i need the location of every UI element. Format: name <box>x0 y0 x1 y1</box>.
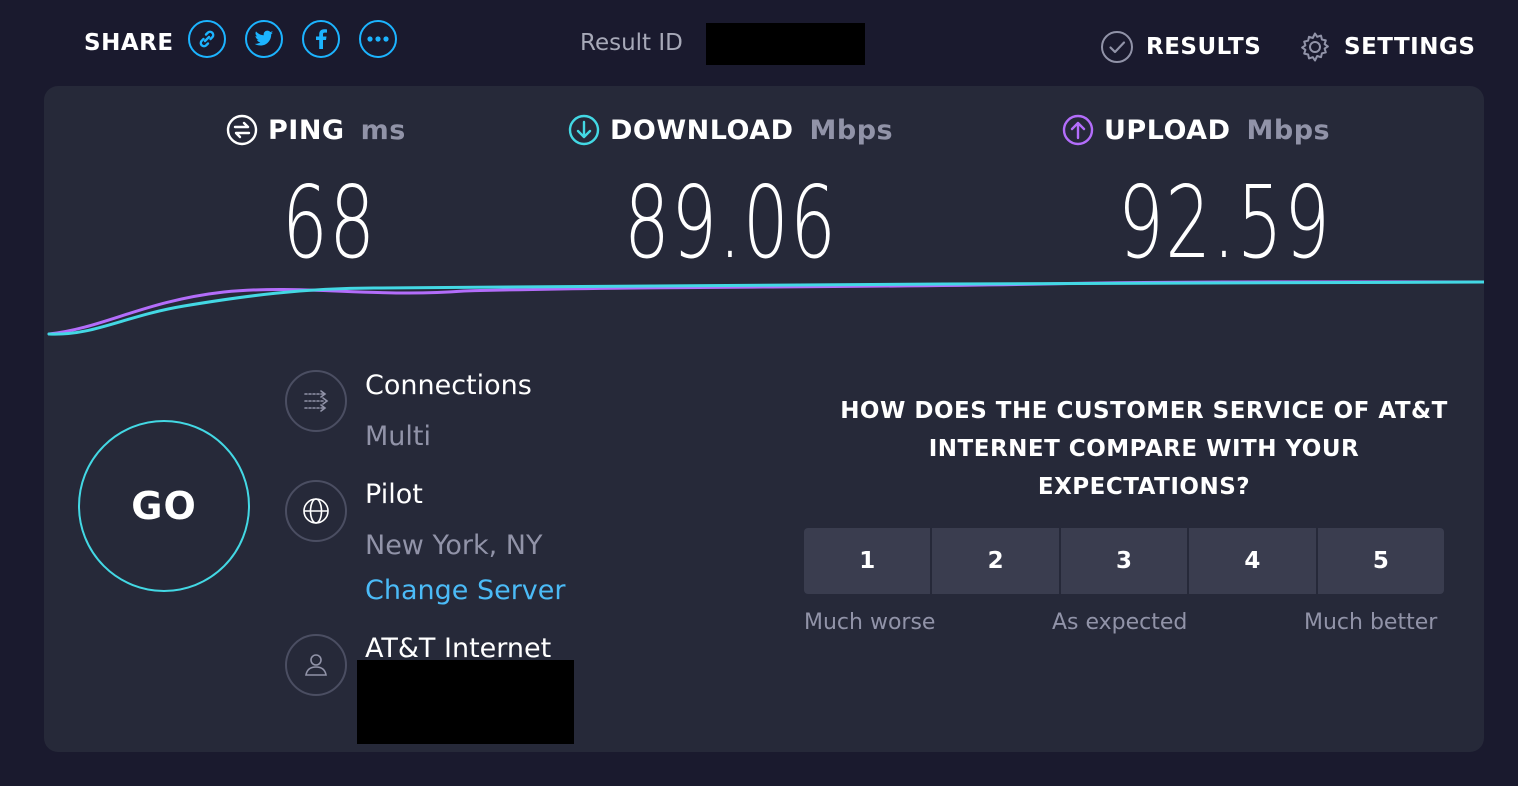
user-icon <box>305 654 327 676</box>
upload-header: UPLOAD Mbps <box>1062 114 1330 146</box>
server-title: Pilot <box>365 479 423 510</box>
rating-button-5[interactable]: 5 <box>1317 528 1445 594</box>
upload-metric: UPLOAD Mbps 92.59 <box>1062 114 1330 281</box>
download-header: DOWNLOAD Mbps <box>568 114 893 146</box>
survey-question-line: HOW DOES THE CUSTOMER SERVICE OF AT&T <box>840 398 1448 424</box>
go-button[interactable]: GO <box>78 420 250 592</box>
scale-high-label: Much better <box>1304 610 1438 635</box>
scale-low-label: Much worse <box>804 610 936 635</box>
ping-label: PING <box>268 114 345 146</box>
provider-icon-wrap <box>285 634 347 696</box>
survey-question-line: EXPECTATIONS? <box>1037 474 1251 500</box>
results-link[interactable]: RESULTS <box>1100 30 1261 64</box>
download-icon <box>568 114 600 146</box>
connections-value: Multi <box>365 421 431 452</box>
facebook-icon <box>316 29 327 49</box>
scale-mid-label: As expected <box>1052 610 1188 635</box>
upload-value: 92.59 <box>1118 164 1332 281</box>
go-label: GO <box>131 484 197 528</box>
ping-value: 68 <box>282 164 377 281</box>
share-twitter-button[interactable] <box>245 20 283 58</box>
share-link-button[interactable] <box>188 20 226 58</box>
rating-button-3[interactable]: 3 <box>1060 528 1188 594</box>
download-value: 89.06 <box>624 164 838 281</box>
redacted-result-id <box>706 23 865 65</box>
rating-button-2[interactable]: 2 <box>932 528 1059 594</box>
rating-button-1[interactable]: 1 <box>804 528 931 594</box>
share-more-button[interactable] <box>359 20 397 58</box>
globe-icon <box>303 498 329 524</box>
download-unit: Mbps <box>809 114 894 146</box>
settings-link[interactable]: SETTINGS <box>1298 30 1475 64</box>
gear-icon <box>1301 32 1329 62</box>
download-metric: DOWNLOAD Mbps 89.06 <box>568 114 893 281</box>
ping-unit: ms <box>360 114 406 146</box>
change-server-link[interactable]: Change Server <box>365 575 566 606</box>
survey-rating-row: 1 2 3 4 5 <box>804 528 1445 594</box>
link-icon <box>199 30 215 48</box>
results-card: PING ms 68 DOWNLOAD Mbps 89.06 UPLOAD Mb… <box>44 86 1484 752</box>
share-facebook-button[interactable] <box>302 20 340 58</box>
check-circle-icon <box>1101 31 1133 63</box>
survey-question-line: INTERNET COMPARE WITH YOUR <box>928 436 1360 462</box>
server-icon-wrap <box>285 480 347 542</box>
upload-unit: Mbps <box>1246 114 1331 146</box>
download-label: DOWNLOAD <box>610 114 794 146</box>
result-id-label: Result ID <box>580 30 683 56</box>
connections-icon <box>304 390 329 412</box>
more-icon <box>367 36 389 42</box>
ping-metric: PING ms 68 <box>226 114 406 281</box>
connections-title: Connections <box>365 370 532 401</box>
top-bar: SHARE Result ID RESULTS SETTINGS <box>0 0 1518 86</box>
rating-button-4[interactable]: 4 <box>1189 528 1316 594</box>
server-location: New York, NY <box>365 530 543 561</box>
survey-question: HOW DOES THE CUSTOMER SERVICE OF AT&T IN… <box>804 392 1484 506</box>
share-label: SHARE <box>84 30 174 56</box>
upload-graph-line <box>47 280 1484 336</box>
results-label: RESULTS <box>1146 34 1262 60</box>
ping-header: PING ms <box>226 114 406 146</box>
speed-graph <box>47 280 1484 336</box>
twitter-icon <box>254 30 274 46</box>
upload-label: UPLOAD <box>1104 114 1231 146</box>
connections-icon-wrap <box>285 370 347 432</box>
settings-label: SETTINGS <box>1344 34 1476 60</box>
ping-icon <box>226 114 258 146</box>
upload-icon <box>1062 114 1094 146</box>
redacted-ip-address <box>357 660 574 744</box>
